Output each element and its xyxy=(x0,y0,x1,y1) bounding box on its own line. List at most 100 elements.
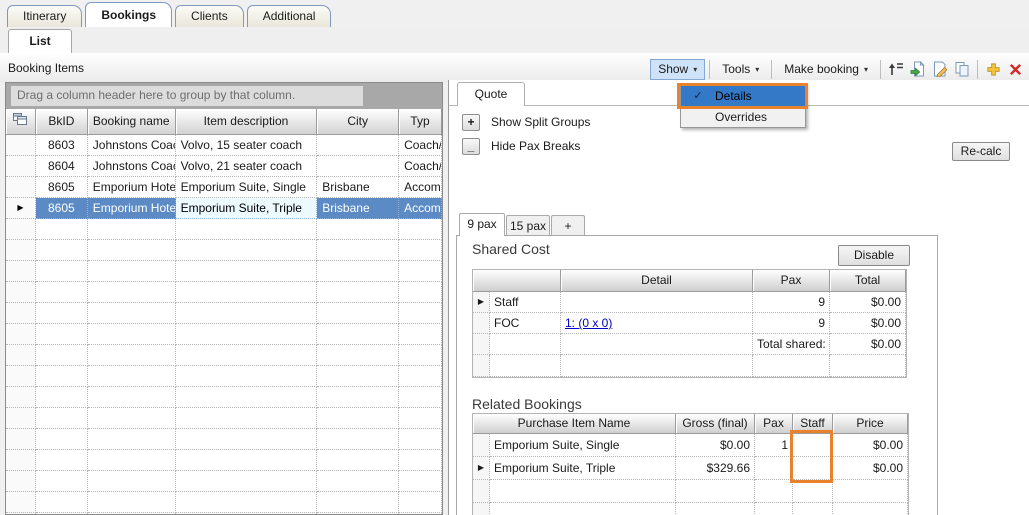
group-by-bar[interactable]: Drag a column header here to group by th… xyxy=(6,83,442,109)
tab-bookings[interactable]: Bookings xyxy=(85,2,172,27)
purchase-item-name-cell xyxy=(490,480,676,503)
make-booking-button[interactable]: Make booking ▾ xyxy=(776,59,876,80)
app-window: ItineraryBookingsClientsAdditional List … xyxy=(0,0,1029,515)
grid-cell: 8604 xyxy=(36,156,88,177)
foc-detail-link[interactable]: 1: (0 x 0) xyxy=(565,316,612,330)
grid-cell xyxy=(36,240,88,261)
related-booking-row[interactable]: Emporium Suite, Single$0.001$0.00 xyxy=(473,434,908,457)
row-selector xyxy=(6,282,36,303)
disable-button[interactable]: Disable xyxy=(838,245,910,266)
toolbar-separator xyxy=(977,60,978,79)
row-selector xyxy=(6,261,36,282)
quote-panel: Quote + Show Split Groups _ Hide Pax Bre… xyxy=(448,80,1029,515)
grid-cell xyxy=(317,303,399,324)
row-selector-arrow-icon[interactable]: ▶ xyxy=(6,198,36,219)
tab-itinerary[interactable]: Itinerary xyxy=(7,5,82,27)
row-selector xyxy=(6,324,36,345)
grid-empty-row[interactable] xyxy=(6,324,442,345)
delete-icon[interactable] xyxy=(1004,59,1026,80)
grid-body: 8603Johnstons Coac..Volvo, 15 seater coa… xyxy=(6,135,442,515)
grid-empty-row[interactable] xyxy=(6,492,442,513)
column-header-city[interactable]: City xyxy=(317,109,399,135)
tab-quote[interactable]: Quote xyxy=(457,82,525,106)
grid-empty-row[interactable] xyxy=(6,366,442,387)
grid-cell: Emporium Hotel xyxy=(88,198,176,219)
grid-cell xyxy=(399,219,442,240)
column-header-price[interactable]: Price xyxy=(833,414,908,434)
shared-cost-row[interactable]: ▶Staff9$0.00 xyxy=(473,292,906,313)
shared-cost-row[interactable]: Total shared:$0.00 xyxy=(473,334,906,355)
grid-empty-row[interactable] xyxy=(6,450,442,471)
menu-item-overrides[interactable]: Overrides xyxy=(681,106,805,127)
grid-row[interactable]: 8605Emporium HotelEmporium Suite, Single… xyxy=(6,177,442,198)
tab-clients[interactable]: Clients xyxy=(175,5,244,27)
grid-cell: Coach/C xyxy=(399,135,442,156)
grid-empty-row[interactable] xyxy=(6,387,442,408)
grid-empty-row[interactable] xyxy=(6,303,442,324)
column-header-booking-name[interactable]: Booking name xyxy=(88,109,176,135)
grid-cell xyxy=(399,408,442,429)
grid-cell xyxy=(399,345,442,366)
column-header-gross-final-[interactable]: Gross (final) xyxy=(676,414,755,434)
column-header-pax[interactable]: Pax xyxy=(755,414,793,434)
column-header-staff[interactable]: Staff xyxy=(793,414,833,434)
tab-15-pax[interactable]: 15 pax xyxy=(506,215,550,237)
tab-list[interactable]: List xyxy=(8,29,72,53)
new-document-icon[interactable] xyxy=(907,59,929,80)
grid-empty-row[interactable] xyxy=(6,219,442,240)
show-split-groups-button[interactable]: + xyxy=(462,114,480,131)
shared-label-cell: Staff xyxy=(490,292,561,313)
grid-row[interactable]: 8603Johnstons Coac..Volvo, 15 seater coa… xyxy=(6,135,442,156)
menu-item-details[interactable]: ✓Details xyxy=(681,85,805,106)
column-header-total[interactable]: Total xyxy=(830,270,906,292)
grid-cell xyxy=(36,471,88,492)
column-header-typ[interactable]: Typ xyxy=(399,109,442,135)
column-header-detail[interactable]: Detail xyxy=(561,270,753,292)
hide-pax-breaks-button[interactable]: _ xyxy=(462,138,480,155)
show-button[interactable]: Show ▾ xyxy=(650,59,705,80)
grid-cell: Emporium Suite, Triple xyxy=(176,198,318,219)
grid-row[interactable]: 8604Johnstons Coac..Volvo, 21 seater coa… xyxy=(6,156,442,177)
grid-empty-row[interactable] xyxy=(6,429,442,450)
column-header-purchase-item-name[interactable]: Purchase Item Name xyxy=(473,414,676,434)
shared-cost-row[interactable]: FOC1: (0 x 0)9$0.00 xyxy=(473,313,906,334)
shared-detail-cell xyxy=(561,292,753,313)
grid-empty-row[interactable] xyxy=(6,261,442,282)
grid-cell xyxy=(399,240,442,261)
recalc-button[interactable]: Re-calc xyxy=(952,142,1010,161)
grid-empty-row[interactable] xyxy=(6,240,442,261)
related-booking-row[interactable]: ▶Emporium Suite, Triple$329.66$0.00 xyxy=(473,457,908,480)
grid-cell xyxy=(176,240,318,261)
grid-cell xyxy=(36,408,88,429)
staff-cell xyxy=(793,434,833,457)
group-by-hint: Drag a column header here to group by th… xyxy=(11,86,363,106)
grid-empty-row[interactable] xyxy=(6,282,442,303)
column-header-item-description[interactable]: Item description xyxy=(176,109,318,135)
chevron-down-icon: ▾ xyxy=(864,65,868,74)
move-top-icon[interactable] xyxy=(885,59,907,80)
grid-row[interactable]: ▶8605Emporium HotelEmporium Suite, Tripl… xyxy=(6,198,442,219)
booking-items-label: Booking Items xyxy=(8,61,84,75)
tab-additional[interactable]: Additional xyxy=(247,5,332,27)
price-cell: $0.00 xyxy=(833,457,908,480)
grid-cell xyxy=(561,355,753,377)
tab-9-pax[interactable]: 9 pax xyxy=(459,213,505,236)
grid-cell xyxy=(36,429,88,450)
tools-button[interactable]: Tools ▾ xyxy=(714,59,767,80)
field-chooser-header[interactable] xyxy=(6,109,36,135)
staff-cell xyxy=(793,457,833,480)
edit-document-icon[interactable] xyxy=(929,59,951,80)
grid-empty-row[interactable] xyxy=(6,408,442,429)
tab-+[interactable]: + xyxy=(551,215,585,237)
grid-empty-row[interactable] xyxy=(6,471,442,492)
copy-documents-icon[interactable] xyxy=(951,59,973,80)
grid-cell xyxy=(399,471,442,492)
add-icon[interactable] xyxy=(982,59,1004,80)
row-selector xyxy=(6,303,36,324)
column-header-blank[interactable] xyxy=(473,270,561,292)
grid-cell xyxy=(399,387,442,408)
column-header-bkid[interactable]: BkID xyxy=(36,109,88,135)
grid-empty-row[interactable] xyxy=(6,345,442,366)
checkmark-icon: ✓ xyxy=(681,89,715,102)
column-header-pax[interactable]: Pax xyxy=(753,270,830,292)
